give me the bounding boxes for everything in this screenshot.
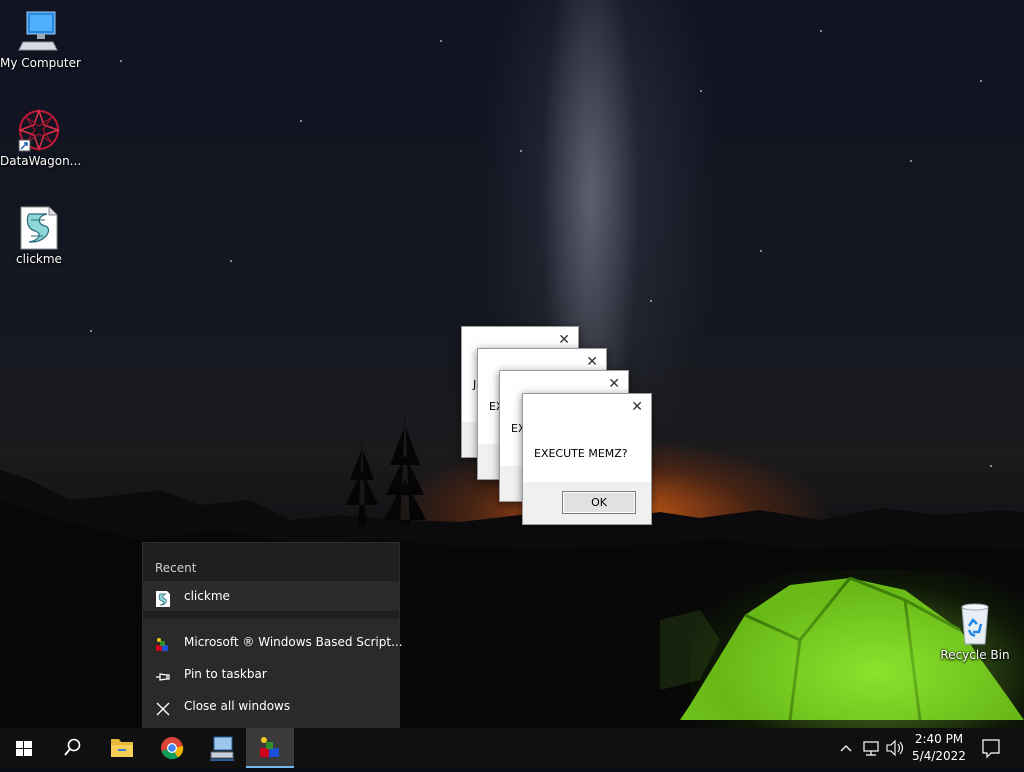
close-icon [155,698,171,716]
start-button[interactable] [0,728,48,768]
desktop-icon-my-computer[interactable]: My Computer [0,10,81,71]
show-hidden-icons-button[interactable] [836,728,856,768]
clock[interactable]: 2:40 PM 5/4/2022 [906,731,972,765]
task-item-pin-to-taskbar[interactable]: Pin to taskbar [143,659,399,689]
close-icon[interactable]: ✕ [586,352,598,372]
task-item-label: Pin to taskbar [184,667,267,681]
folder-icon [111,739,133,757]
memz-dialog-front[interactable]: ✕ EXECUTE MEMZ? OK [522,393,652,525]
close-icon[interactable]: ✕ [608,374,620,394]
script-file-icon [17,206,61,250]
windows-logo-icon [16,741,32,756]
action-center-button[interactable] [978,728,1006,768]
desktop[interactable]: My Computer DataWagon... clickme Recycle… [0,0,1024,728]
desktop-icon-label: clickme [16,252,62,266]
network-icon [863,741,879,756]
search-icon [64,738,81,756]
script-file-icon [155,588,171,607]
datawagon-icon [17,108,61,152]
dialog-message: EXECUTE MEMZ? [534,447,628,460]
file-explorer-button[interactable] [98,728,146,768]
close-icon[interactable]: ✕ [558,330,570,350]
desktop-icon-clickme[interactable]: clickme [0,206,78,267]
wscript-icon [260,737,279,757]
taskbar-jump-list: Recent clickme Microsoft ® Windows Based… [142,542,403,728]
desktop-icon-recycle-bin[interactable]: Recycle Bin [936,602,1014,663]
computer-icon [17,10,61,54]
desktop-icon-label: DataWagon... [0,154,82,168]
task-item-label: Microsoft ® Windows Based Script... [184,635,403,649]
volume-icon [886,739,904,757]
taskbar: 2:40 PM 5/4/2022 [0,728,1024,768]
pin-icon [155,666,171,682]
jump-list-tasks: Microsoft ® Windows Based Script... Pin … [143,619,403,728]
desktop-icon-label: Recycle Bin [940,648,1010,662]
network-app-button[interactable] [198,728,246,768]
action-center-icon [982,739,1000,759]
clock-time: 2:40 PM [914,732,964,746]
wscript-host-button[interactable] [246,728,294,768]
chrome-button[interactable] [148,728,196,768]
task-item-label: Close all windows [184,699,291,713]
task-item-close-all-windows[interactable]: Close all windows [143,691,399,721]
desktop-icon-datawagon[interactable]: DataWagon... [0,108,82,169]
network-computer-icon [210,736,234,761]
recycle-bin-icon [953,602,997,646]
network-tray-button[interactable] [860,728,882,768]
search-button[interactable] [48,728,96,768]
wscript-icon [155,634,171,651]
chrome-icon [161,737,184,760]
desktop-icon-label: My Computer [0,56,81,70]
ok-button[interactable]: OK [562,491,636,514]
volume-tray-button[interactable] [884,728,906,768]
clock-date: 5/4/2022 [912,749,966,763]
task-item-wscript[interactable]: Microsoft ® Windows Based Script... [143,627,403,657]
jump-list-header: Recent [155,561,197,575]
close-icon[interactable]: ✕ [631,397,643,417]
recent-item-label: clickme [184,589,230,603]
chevron-up-icon [840,745,852,752]
recent-item-clickme[interactable]: clickme [143,581,399,611]
